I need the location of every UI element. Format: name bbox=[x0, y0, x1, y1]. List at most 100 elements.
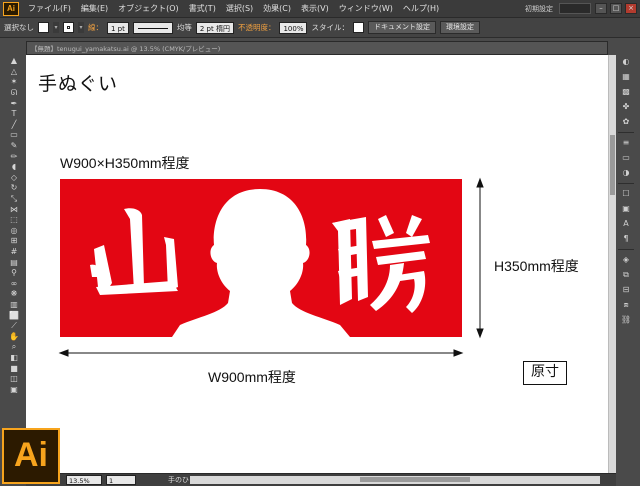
actual-size-stamp: 原寸 bbox=[523, 361, 567, 385]
minimize-button[interactable]: – bbox=[595, 3, 607, 14]
width-tool-icon[interactable]: ⋈ bbox=[7, 204, 21, 215]
pen-tool-icon[interactable]: ✒ bbox=[7, 98, 21, 109]
graphic-style-swatch[interactable] bbox=[352, 22, 364, 33]
lasso-tool-icon[interactable]: ᘏ bbox=[7, 88, 21, 99]
stroke-swatch[interactable] bbox=[63, 22, 74, 33]
symbol-sprayer-tool-icon[interactable]: ❋ bbox=[7, 289, 21, 300]
preferences-button[interactable]: 環境設定 bbox=[439, 21, 480, 34]
artboard-navigation[interactable]: 1 bbox=[106, 475, 136, 485]
hand-tool-icon[interactable]: ✋ bbox=[7, 331, 21, 342]
pathfinder-panel-icon[interactable]: ⧈ bbox=[619, 299, 633, 311]
size-label: W900×H350mm程度 bbox=[60, 155, 190, 171]
paintbrush-tool-icon[interactable]: ✎ bbox=[7, 141, 21, 152]
document-tab[interactable]: 【無題】tenugui_yamakatsu.ai @ 13.5% (CMYK/プ… bbox=[26, 41, 608, 55]
document-setup-button[interactable]: ドキュメント設定 bbox=[367, 21, 436, 34]
menu-window[interactable]: ウィンドウ(W) bbox=[334, 3, 398, 14]
paragraph-panel-icon[interactable]: ¶ bbox=[619, 233, 633, 245]
maximize-button[interactable]: □ bbox=[610, 3, 622, 14]
artboards-panel-icon[interactable]: ⧉ bbox=[619, 269, 633, 281]
menu-edit[interactable]: 編集(E) bbox=[76, 3, 113, 14]
free-transform-tool-icon[interactable]: ⬚ bbox=[7, 215, 21, 226]
horizontal-scroll-thumb[interactable] bbox=[360, 477, 470, 482]
blend-tool-icon[interactable]: ∞ bbox=[7, 278, 21, 289]
color-mode-icon[interactable]: ■ bbox=[7, 363, 21, 374]
artboard-tool-icon[interactable]: ⬜ bbox=[7, 310, 21, 321]
slice-tool-icon[interactable]: ⟋ bbox=[7, 321, 21, 332]
blob-brush-tool-icon[interactable]: ◖ bbox=[7, 162, 21, 173]
graph-tool-icon[interactable]: ▥ bbox=[7, 300, 21, 311]
fill-swatch[interactable] bbox=[38, 22, 49, 33]
transparency-panel-icon[interactable]: ◑ bbox=[619, 167, 633, 179]
vertical-scrollbar[interactable] bbox=[608, 55, 616, 473]
stroke-label[interactable]: 線： bbox=[88, 22, 103, 33]
eraser-tool-icon[interactable]: ◇ bbox=[7, 173, 21, 184]
menu-type[interactable]: 書式(T) bbox=[184, 3, 221, 14]
perspective-grid-tool-icon[interactable]: ⊞ bbox=[7, 236, 21, 247]
eyedropper-tool-icon[interactable]: ⚲ bbox=[7, 268, 21, 279]
fill-stroke-icon[interactable]: ◧ bbox=[7, 353, 21, 364]
banner-artwork bbox=[90, 189, 430, 337]
tenugui-banner[interactable] bbox=[60, 179, 462, 337]
scale-tool-icon[interactable]: ⤡ bbox=[7, 194, 21, 205]
ai-app-icon: Ai bbox=[3, 1, 19, 16]
brushes-panel-icon[interactable]: ✤ bbox=[619, 101, 633, 113]
stroke-dropdown-icon[interactable]: ▾ bbox=[78, 22, 84, 33]
swatches-panel-icon[interactable]: ▩ bbox=[619, 86, 633, 98]
menu-help[interactable]: ヘルプ(H) bbox=[398, 3, 444, 14]
profile-label: 均等 bbox=[176, 23, 192, 32]
magic-wand-tool-icon[interactable]: ✶ bbox=[7, 77, 21, 88]
gradient-tool-icon[interactable]: ▤ bbox=[7, 257, 21, 268]
align-panel-icon[interactable]: ⊟ bbox=[619, 284, 633, 296]
workspace-switcher[interactable]: 初期設定 bbox=[525, 4, 553, 14]
line-tool-icon[interactable]: ╱ bbox=[7, 120, 21, 131]
vertical-scroll-thumb[interactable] bbox=[610, 135, 615, 195]
fill-dropdown-icon[interactable]: ▾ bbox=[53, 22, 59, 33]
control-bar: 選択なし ▾ ▾ 線： 1 pt 均等 2 pt 楕円 不透明度： 100% ス… bbox=[0, 18, 640, 38]
horizontal-scrollbar[interactable] bbox=[190, 476, 600, 484]
pencil-tool-icon[interactable]: ✏ bbox=[7, 151, 21, 162]
menu-select[interactable]: 選択(S) bbox=[221, 3, 258, 14]
menu-file[interactable]: ファイル(F) bbox=[23, 3, 76, 14]
rotate-tool-icon[interactable]: ↻ bbox=[7, 183, 21, 194]
height-arrow-top bbox=[476, 177, 484, 188]
symbols-panel-icon[interactable]: ✿ bbox=[619, 116, 633, 128]
variable-width-profile[interactable] bbox=[132, 21, 173, 34]
gradient-panel-icon[interactable]: ▭ bbox=[619, 152, 633, 164]
shape-builder-tool-icon[interactable]: ◎ bbox=[7, 226, 21, 237]
opacity-label[interactable]: 不透明度： bbox=[238, 22, 276, 33]
character-panel-icon[interactable]: A bbox=[619, 218, 633, 230]
dock-divider bbox=[618, 183, 634, 184]
height-arrow-bottom bbox=[476, 328, 484, 339]
stroke-panel-icon[interactable]: ≡ bbox=[619, 137, 633, 149]
graphic-styles-icon[interactable]: ▣ bbox=[619, 203, 633, 215]
search-input[interactable] bbox=[559, 3, 591, 14]
style-label: スタイル： bbox=[311, 23, 349, 32]
kanji-katsu-glyph bbox=[332, 215, 430, 313]
layers-panel-icon[interactable]: ◈ bbox=[619, 254, 633, 266]
stroke-weight-field[interactable]: 1 pt bbox=[107, 21, 129, 34]
opacity-field[interactable]: 100% bbox=[279, 21, 308, 34]
brush-definition[interactable]: 2 pt 楕円 bbox=[195, 21, 234, 34]
direct-selection-tool-icon[interactable]: △ bbox=[7, 67, 21, 78]
menu-object[interactable]: オブジェクト(O) bbox=[113, 3, 184, 14]
links-panel-icon[interactable]: ⛓ bbox=[619, 314, 633, 326]
color-guide-icon[interactable]: ▦ bbox=[619, 71, 633, 83]
close-button[interactable]: × bbox=[625, 3, 637, 14]
selection-tool-icon[interactable]: ▲ bbox=[7, 56, 21, 67]
rectangle-tool-icon[interactable]: ▭ bbox=[7, 130, 21, 141]
screen-mode-icon[interactable]: ▣ bbox=[7, 384, 21, 395]
bust-silhouette bbox=[172, 189, 350, 337]
menu-effect[interactable]: 効果(C) bbox=[258, 3, 296, 14]
menu-bar: Ai ファイル(F) 編集(E) オブジェクト(O) 書式(T) 選択(S) 効… bbox=[0, 0, 640, 18]
artboard-canvas[interactable]: 手ぬぐい W900×H350mm程度 W900mm程度 H350mm程度 原寸 bbox=[26, 55, 608, 473]
zoom-field[interactable]: 13.5% bbox=[66, 475, 102, 485]
draw-mode-icon[interactable]: ◫ bbox=[7, 374, 21, 385]
type-tool-icon[interactable]: T bbox=[7, 109, 21, 120]
menu-view[interactable]: 表示(V) bbox=[296, 3, 334, 14]
mesh-tool-icon[interactable]: # bbox=[7, 247, 21, 258]
color-panel-icon[interactable]: ◐ bbox=[619, 56, 633, 68]
zoom-tool-icon[interactable]: ⌕ bbox=[7, 342, 21, 353]
tools-panel: ▲ △ ✶ ᘏ ✒ T ╱ ▭ ✎ ✏ ◖ ◇ ↻ ⤡ ⋈ ⬚ ◎ ⊞ # ▤ … bbox=[4, 56, 24, 426]
appearance-panel-icon[interactable]: ☐ bbox=[619, 188, 633, 200]
document-heading: 手ぬぐい bbox=[38, 73, 119, 95]
